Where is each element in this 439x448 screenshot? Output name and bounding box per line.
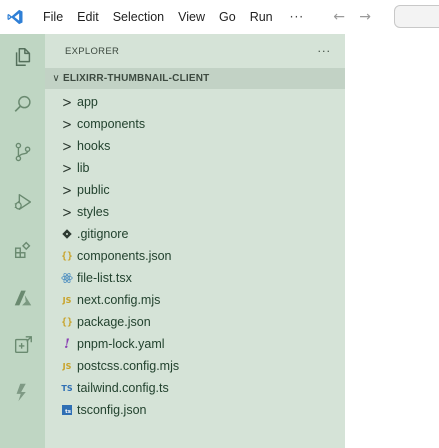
- javascript-icon: JS: [62, 361, 72, 371]
- menu-selection[interactable]: Selection: [106, 0, 171, 34]
- file-label: tsconfig.json: [77, 403, 147, 417]
- menu-file[interactable]: File: [36, 0, 70, 34]
- file-row-file-list-tsx[interactable]: file-list.tsx: [45, 267, 345, 289]
- remote-explorer-icon[interactable]: [0, 327, 45, 363]
- explorer-sidebar: EXPLORER ··· ∨ ELIXIRR-THUMBNAIL-CLIENT …: [45, 34, 345, 448]
- git-diamond-icon: [59, 226, 75, 242]
- chevron-right-icon: >: [61, 137, 73, 155]
- source-control-icon[interactable]: [0, 134, 45, 170]
- menu-go[interactable]: Go: [212, 0, 243, 34]
- title-bar: File Edit Selection View Go Run ··· ← →: [0, 0, 439, 34]
- file-label: next.config.mjs: [77, 293, 161, 307]
- root-folder-row[interactable]: ∨ ELIXIRR-THUMBNAIL-CLIENT: [45, 68, 345, 89]
- file-row-postcss-config[interactable]: JS postcss.config.mjs: [45, 355, 345, 377]
- file-label: package.json: [77, 315, 151, 329]
- folder-row-lib[interactable]: > lib: [45, 157, 345, 179]
- json-braces-icon: {}: [61, 250, 73, 262]
- folder-label: lib: [77, 161, 90, 175]
- folder-label: app: [77, 95, 98, 109]
- explorer-title: EXPLORER: [65, 45, 120, 57]
- search-icon[interactable]: [0, 86, 45, 122]
- chevron-right-icon: >: [61, 203, 73, 221]
- folder-label: hooks: [77, 139, 111, 153]
- file-tree: > app > components > hooks > lib > publi…: [45, 89, 345, 421]
- typescript-icon: TS: [61, 383, 73, 393]
- editor-area[interactable]: [345, 34, 439, 448]
- react-atom-icon: [59, 270, 75, 286]
- file-row-components-json[interactable]: {} components.json: [45, 245, 345, 267]
- file-row-tsconfig[interactable]: ts tsconfig.json: [45, 399, 345, 421]
- file-row-pnpm-lock[interactable]: ! pnpm-lock.yaml: [45, 333, 345, 355]
- folder-row-public[interactable]: > public: [45, 179, 345, 201]
- explorer-more-actions-button[interactable]: ···: [318, 45, 332, 58]
- menu-edit[interactable]: Edit: [70, 0, 106, 34]
- chevron-right-icon: >: [61, 159, 73, 177]
- vscode-logo-icon[interactable]: [6, 8, 24, 26]
- extensions-icon[interactable]: [0, 232, 45, 268]
- file-label: pnpm-lock.yaml: [77, 337, 165, 351]
- folder-row-components[interactable]: > components: [45, 113, 345, 135]
- file-label: .gitignore: [77, 227, 129, 241]
- chevron-right-icon: >: [61, 115, 73, 133]
- file-row-gitignore[interactable]: .gitignore: [45, 223, 345, 245]
- file-label: components.json: [77, 249, 172, 263]
- file-row-package-json[interactable]: {} package.json: [45, 311, 345, 333]
- folder-row-styles[interactable]: > styles: [45, 201, 345, 223]
- file-label: file-list.tsx: [77, 271, 132, 285]
- menu-more-button[interactable]: ···: [280, 10, 314, 24]
- file-row-tailwind-config[interactable]: TS tailwind.config.ts: [45, 377, 345, 399]
- chevron-right-icon: >: [61, 181, 73, 199]
- menu-run[interactable]: Run: [243, 0, 280, 34]
- folder-row-hooks[interactable]: > hooks: [45, 135, 345, 157]
- deploy-icon[interactable]: [0, 374, 45, 410]
- file-label: tailwind.config.ts: [77, 381, 169, 395]
- folder-label: styles: [77, 205, 109, 219]
- activity-bar: [0, 34, 45, 448]
- yaml-exclamation-icon: !: [64, 336, 70, 352]
- menu-view[interactable]: View: [171, 0, 212, 34]
- explorer-files-icon[interactable]: [0, 39, 45, 75]
- arrow-left-icon[interactable]: ←: [328, 9, 350, 25]
- explorer-header: EXPLORER ···: [45, 34, 345, 68]
- folder-label: public: [77, 183, 110, 197]
- chevron-down-icon: ∨: [52, 73, 60, 84]
- javascript-icon: JS: [62, 295, 72, 305]
- folder-label: components: [77, 117, 146, 131]
- file-row-next-config[interactable]: JS next.config.mjs: [45, 289, 345, 311]
- tsconfig-icon: ts: [62, 405, 72, 415]
- json-braces-icon: {}: [61, 316, 73, 328]
- file-label: postcss.config.mjs: [77, 359, 180, 373]
- folder-row-app[interactable]: > app: [45, 91, 345, 113]
- root-folder-label: ELIXIRR-THUMBNAIL-CLIENT: [63, 73, 210, 84]
- arrow-right-icon[interactable]: →: [354, 9, 376, 25]
- azure-icon[interactable]: [0, 280, 45, 316]
- run-debug-icon[interactable]: [0, 184, 45, 220]
- chevron-right-icon: >: [61, 93, 73, 111]
- command-center-search[interactable]: [394, 5, 439, 28]
